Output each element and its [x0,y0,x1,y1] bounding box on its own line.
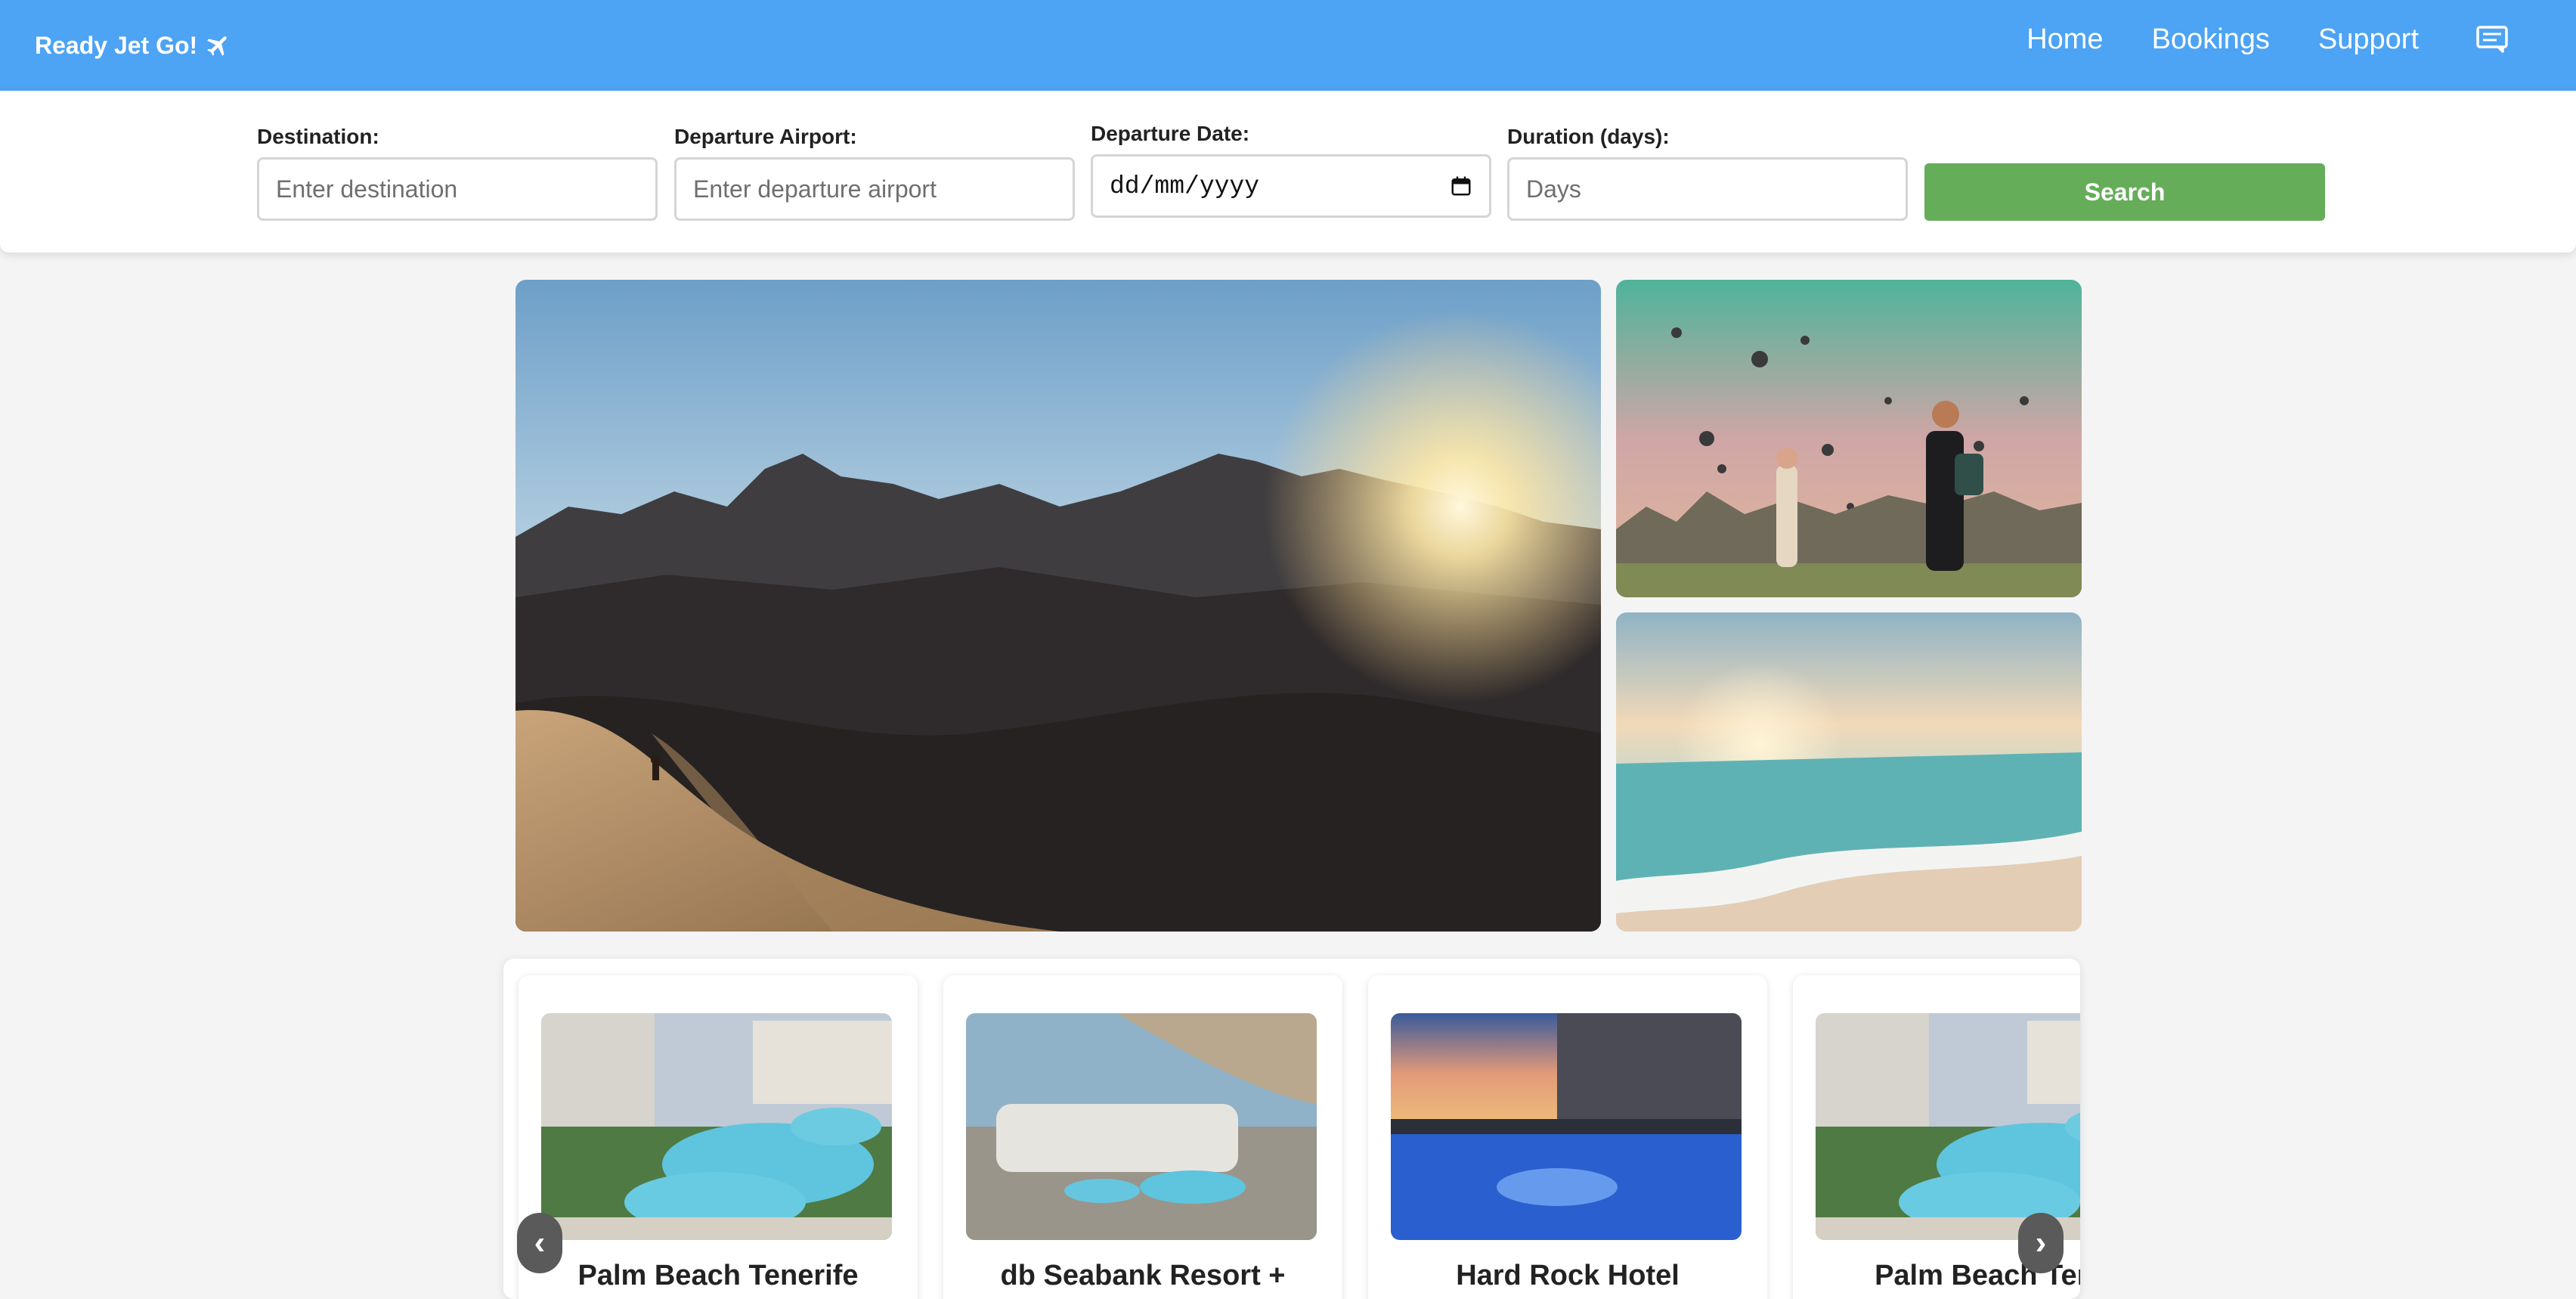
chat-icon[interactable] [2475,24,2509,54]
hotel-card[interactable]: db Seabank Resort + [943,975,1342,1299]
side-image-beach [1616,612,2082,932]
hotel-card-title: db Seabank Resort + [1000,1260,1286,1291]
brand-name: Ready Jet Go! [35,32,198,59]
duration-input[interactable] [1507,157,1908,221]
nav-link-support[interactable]: Support [2318,21,2419,57]
airplane-icon [207,36,227,56]
calendar-icon[interactable] [1450,175,1472,197]
hotel-card[interactable]: Palm Beach Tenerife [519,975,918,1299]
destination-input[interactable] [257,157,658,221]
search-panel: Destination: Departure Airport: Departur… [0,91,2576,253]
hotel-carousel: Palm Beach Tenerife db Seabank Resort + [503,959,2080,1299]
nav-link-bookings[interactable]: Bookings [2152,21,2270,57]
hotel-card-title: Palm Beach Tenerife [577,1260,859,1291]
duration-label: Duration (days): [1507,125,1670,148]
resort-pool-photo [1816,1013,2080,1240]
departure-date-label: Departure Date: [1091,122,1250,145]
departure-airport-input[interactable] [674,157,1075,221]
destination-label: Destination: [257,125,379,148]
departure-date-value: dd/mm/yyyy [1110,172,1260,200]
main-hero-image [516,280,1601,932]
side-image-balloons [1616,280,2082,597]
hotel-pool-sunset-photo [1391,1013,1742,1240]
nav-link-home[interactable]: Home [2026,21,2103,57]
chevron-left-icon[interactable]: ‹ [517,1213,562,1273]
brand-logo[interactable]: Ready Jet Go! [35,30,232,60]
resort-pool-photo [541,1013,892,1240]
departure-date-input[interactable]: dd/mm/yyyy [1091,154,1491,218]
search-button[interactable]: Search [1924,163,2325,221]
coastal-resort-photo [966,1013,1317,1240]
chevron-right-icon[interactable]: › [2018,1213,2064,1273]
departure-airport-label: Departure Airport: [674,125,857,148]
top-navbar: Ready Jet Go! Home Bookings Support [0,0,2576,91]
hotel-card-title: Hard Rock Hotel [1456,1260,1680,1291]
hotel-card[interactable]: Hard Rock Hotel [1368,975,1767,1299]
main-nav: Home Bookings Support [1978,21,2509,57]
